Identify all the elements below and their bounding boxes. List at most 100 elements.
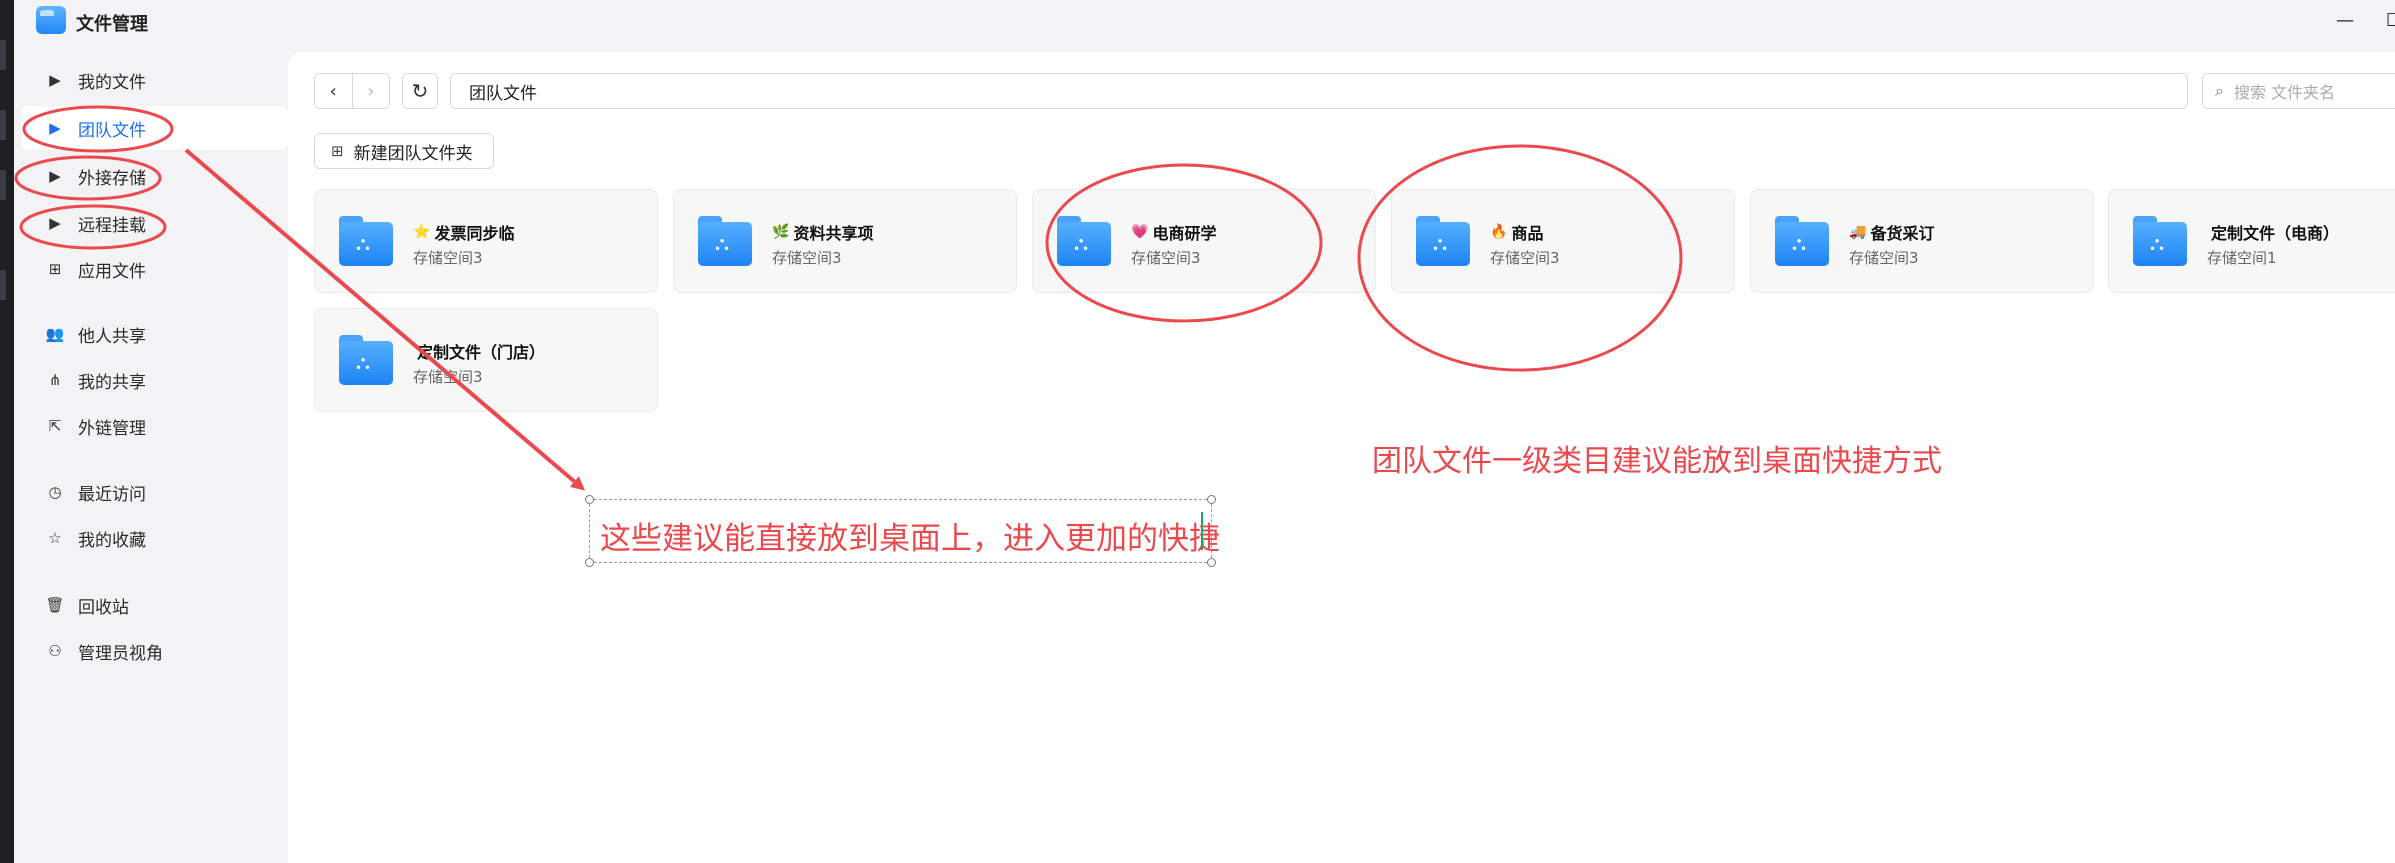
sidebar-item-link-management[interactable]: ⇱ 外链管理 [22,404,288,448]
sidebar-item-team-files[interactable]: ▶ 团队文件 [22,106,288,150]
folder-storage: 存储空间3 [772,249,842,267]
annotation-note-shortcut: 团队文件一级类目建议能放到桌面快捷方式 [1372,444,1942,479]
users-icon: 👥 [45,325,65,343]
team-folder-icon: ⛬ [1775,216,1829,266]
folder-storage: 存储空间3 [1849,249,1919,267]
sidebar-item-recycle-bin[interactable]: 🗑 回收站 [22,583,288,627]
folder-name: 定制文件（门店） [413,339,545,363]
folder-name-text: 备货采订 [1870,224,1935,243]
refresh-button[interactable]: ↻ [402,73,438,109]
sidebar-item-recent[interactable]: ◷ 最近访问 [22,470,288,514]
team-folder-icon: ⛬ [339,216,393,266]
resize-handle[interactable] [585,558,594,567]
folder-name-text: 发票同步临 [434,224,515,243]
folder-card[interactable]: ⛬ 🌿 资料共享项 存储空间3 [673,189,1017,293]
sidebar-item-app-files[interactable]: ⊞ 应用文件 [22,247,288,291]
folder-storage: 存储空间3 [413,368,483,386]
annotation-textbox-text: 这些建议能直接放到桌面上，进入更加的快捷 [600,521,1220,557]
folder-plus-icon: ⊞ [331,142,344,160]
folder-card[interactable]: ⛬ 💗 电商研学 存储空间3 [1032,189,1376,293]
team-folder-icon: ⛬ [339,335,393,385]
caret-right-icon: ▶ [49,167,61,185]
sidebar-item-label: 远程挂载 [78,215,146,236]
folder-emoji: 💗 [1131,224,1149,240]
sidebar-item-my-files[interactable]: ▶ 我的文件 [22,58,288,102]
new-team-folder-label: 新建团队文件夹 [353,143,473,164]
clock-icon: ◷ [48,483,62,501]
team-folder-icon: ⛬ [2133,216,2187,266]
app-title: 文件管理 [76,14,148,35]
resize-handle[interactable] [1207,558,1216,567]
resize-handle[interactable] [1207,495,1216,504]
folder-card[interactable]: ⛬ ⭐ 发票同步临 存储空间3 [314,189,658,293]
sidebar-item-label: 我的文件 [78,72,146,93]
folder-name-text: 定制文件（电商） [2211,224,2340,243]
star-icon: ☆ [48,529,62,547]
forward-button[interactable]: › [351,74,390,108]
sidebar-item-label: 回收站 [78,597,129,618]
sidebar-item-admin-view[interactable]: ⚇ 管理员视角 [22,629,288,673]
search-placeholder: 搜索 文件夹名 [2233,83,2336,102]
sidebar-item-label: 外链管理 [78,418,146,439]
window-titlebar: 文件管理 — ☐ [14,0,2395,44]
sidebar-item-favorites[interactable]: ☆ 我的收藏 [22,516,288,560]
folder-name: 定制文件（电商） [2207,220,2339,244]
team-folder-icon: ⛬ [1416,216,1470,266]
history-nav: ‹ › [314,73,390,109]
maximize-button[interactable]: ☐ [2386,10,2395,31]
folder-storage: 存储空间3 [1490,249,1560,267]
folder-name: 💗 电商研学 [1131,220,1216,244]
folder-name-text: 资料共享项 [793,224,874,243]
folder-name-text: 商品 [1511,224,1544,243]
sidebar-item-label: 应用文件 [78,261,146,282]
folder-emoji: ⭐ [413,224,431,240]
folder-card[interactable]: ⛬ 🚚 备货采订 存储空间3 [1750,189,2094,293]
sidebar-item-label: 我的共享 [78,372,146,393]
folder-card[interactable]: ⛬ 🔥 商品 存储空间3 [1391,189,1735,293]
folder-name: 🔥 商品 [1490,220,1543,244]
folder-name-text: 定制文件（门店） [417,343,546,362]
folder-name: 🚚 备货采订 [1849,220,1934,244]
sidebar-item-label: 团队文件 [78,120,146,141]
sidebar-item-my-shares[interactable]: ⋔ 我的共享 [22,358,288,402]
caret-right-icon: ▶ [49,214,61,232]
sidebar-item-label: 外接存储 [78,168,146,189]
sidebar-item-label: 我的收藏 [78,530,146,551]
back-button[interactable]: ‹ [315,74,352,108]
share-icon: ⋔ [48,371,62,389]
annotation-textbox[interactable]: 这些建议能直接放到桌面上，进入更加的快捷 [585,495,1220,567]
team-folder-icon: ⛬ [1057,216,1111,266]
external-link-icon: ⇱ [48,417,62,435]
folder-storage: 存储空间1 [2207,249,2277,267]
os-taskbar-strip [0,0,14,863]
admin-user-icon: ⚇ [48,642,62,660]
sidebar-item-external-storage[interactable]: ▶ 外接存储 [22,154,288,198]
new-team-folder-button[interactable]: ⊞ 新建团队文件夹 [314,133,494,169]
path-bar[interactable]: 团队文件 [450,73,2188,109]
text-caret [1201,512,1203,550]
sidebar: ▶ 我的文件 ▶ 团队文件 ▶ 外接存储 ▶ 远程挂载 ⊞ 应用文件 👥 他人共… [14,56,288,863]
main-panel: ‹ › ↻ 团队文件 ⌕ 搜索 文件夹名 ⊞ 新建团队文件夹 ⛬ ⭐ 发票同步临 … [288,52,2395,863]
sidebar-item-label: 最近访问 [78,484,146,505]
folder-storage: 存储空间3 [1131,249,1201,267]
file-manager-app-icon [36,6,66,34]
search-icon: ⌕ [2215,81,2224,100]
trash-icon: 🗑 [45,596,65,614]
sidebar-item-shared-with-me[interactable]: 👥 他人共享 [22,312,288,356]
folder-name: ⭐ 发票同步临 [413,220,514,244]
folder-emoji: 🚚 [1849,224,1867,240]
search-input[interactable]: ⌕ 搜索 文件夹名 [2202,73,2395,109]
folder-emoji: 🔥 [1490,224,1508,240]
sidebar-item-label: 管理员视角 [78,643,163,664]
sidebar-item-remote-mount[interactable]: ▶ 远程挂载 [22,201,288,245]
folder-name: 🌿 资料共享项 [772,220,873,244]
folder-storage: 存储空间3 [413,249,483,267]
apps-grid-icon: ⊞ [48,260,62,278]
caret-right-icon: ▶ [49,119,61,137]
folder-emoji: 🌿 [772,224,790,240]
minimize-button[interactable]: — [2336,10,2354,31]
resize-handle[interactable] [585,495,594,504]
folder-card[interactable]: ⛬ 定制文件（门店） 存储空间3 [314,308,658,412]
caret-right-icon: ▶ [49,71,61,89]
folder-card[interactable]: ⛬ 定制文件（电商） 存储空间1 [2108,189,2395,293]
